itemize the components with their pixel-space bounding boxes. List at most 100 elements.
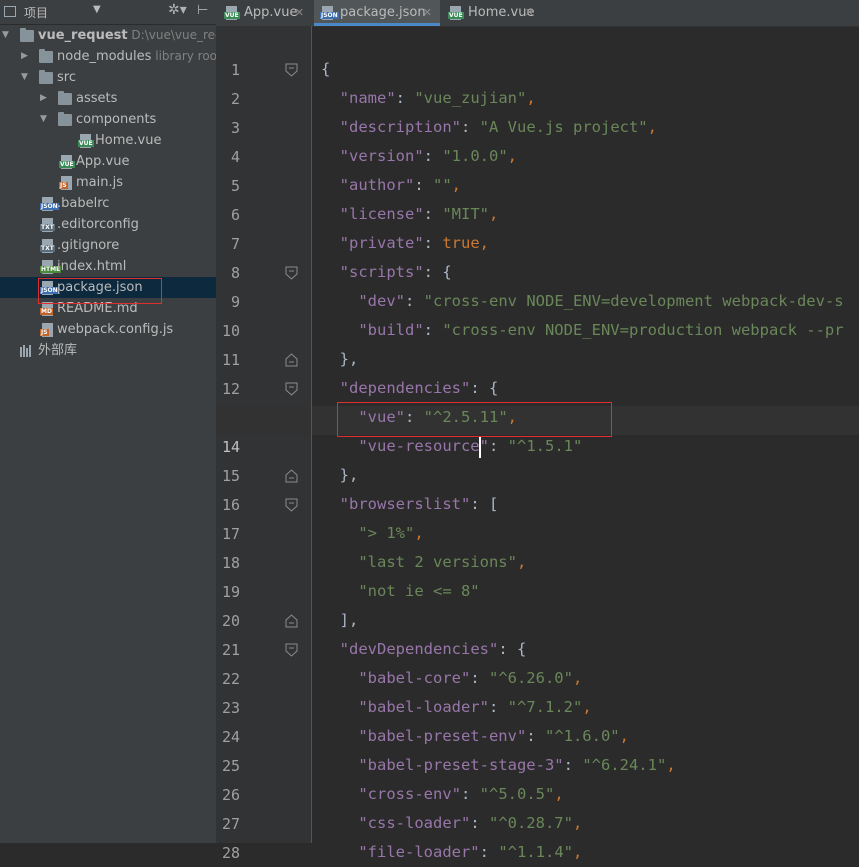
tree-item-index-html[interactable]: HTML index.html bbox=[0, 256, 216, 277]
fold-collapse-icon[interactable] bbox=[285, 266, 298, 280]
code-line[interactable]: ], bbox=[321, 606, 359, 635]
vue-file-icon: VUE bbox=[448, 6, 464, 20]
tree-item-home-vue[interactable]: VUE Home.vue bbox=[0, 130, 216, 151]
tree-item-babelrc[interactable]: JSON .babelrc bbox=[0, 193, 216, 214]
code-token: : [ bbox=[470, 495, 499, 513]
tree-item-node-modules[interactable]: ▶ node_modules library root bbox=[0, 46, 216, 67]
fold-end-icon[interactable] bbox=[285, 614, 298, 628]
tree-item-src[interactable]: ▼ src bbox=[0, 67, 216, 88]
code-token: : bbox=[395, 89, 415, 107]
tree-item-[interactable]: 外部库 bbox=[0, 340, 216, 361]
code-token: "license" bbox=[339, 205, 424, 223]
view-dropdown-chevron-icon[interactable]: ▼ bbox=[93, 4, 101, 15]
code-line[interactable]: "babel-preset-stage-3": "^6.24.1", bbox=[321, 751, 675, 780]
code-token: : { bbox=[498, 640, 527, 658]
code-line[interactable]: "not ie <= 8" bbox=[321, 577, 479, 606]
expand-arrow-icon[interactable]: ▼ bbox=[40, 109, 47, 130]
js-file-icon: JS bbox=[40, 323, 53, 337]
code-line[interactable]: "devDependencies": { bbox=[321, 635, 527, 664]
close-tab-icon[interactable]: ✕ bbox=[525, 0, 534, 26]
code-line[interactable]: "vue": "^2.5.11", bbox=[321, 403, 517, 432]
code-token: : bbox=[563, 756, 583, 774]
code-line[interactable]: { bbox=[321, 55, 330, 84]
code-token: , bbox=[507, 147, 518, 165]
line-number: 10 bbox=[221, 322, 240, 340]
tree-item-vue-request[interactable]: ▼ vue_request D:\vue\vue_reque bbox=[0, 25, 216, 46]
code-token: , bbox=[572, 669, 583, 687]
tree-item-label: main.js bbox=[76, 175, 123, 190]
code-line[interactable]: "vue-resource": "^1.5.1" bbox=[321, 432, 582, 461]
code-line[interactable]: "file-loader": "^1.1.4", bbox=[321, 838, 582, 867]
tree-item-label: components bbox=[76, 112, 157, 127]
code-token: "^1.1.4" bbox=[498, 843, 573, 861]
tree-item-label: 外部库 bbox=[38, 343, 78, 358]
line-number: 21 bbox=[221, 641, 240, 659]
code-line[interactable]: "> 1%", bbox=[321, 519, 423, 548]
line-number: 12 bbox=[221, 380, 240, 398]
tree-item-label: .gitignore bbox=[57, 238, 120, 253]
code-line[interactable]: "cross-env": "^5.0.5", bbox=[321, 780, 563, 809]
expand-arrow-icon[interactable]: ▼ bbox=[2, 25, 9, 46]
code-line[interactable]: "dependencies": { bbox=[321, 374, 499, 403]
collapse-arrow-icon[interactable]: ▶ bbox=[21, 46, 28, 67]
code-line[interactable]: "private": true, bbox=[321, 229, 489, 258]
code-token: "cross-env" bbox=[358, 785, 461, 803]
tree-item-main-js[interactable]: JS main.js bbox=[0, 172, 216, 193]
line-number: 4 bbox=[230, 148, 240, 166]
code-line[interactable]: "babel-loader": "^7.1.2", bbox=[321, 693, 591, 722]
tab-home-vue[interactable]: VUE Home.vue ✕ bbox=[442, 0, 542, 26]
code-line[interactable]: }, bbox=[321, 461, 359, 490]
code-line[interactable]: "license": "MIT", bbox=[321, 200, 499, 229]
code-line[interactable]: "last 2 versions", bbox=[321, 548, 526, 577]
code-line[interactable]: "css-loader": "^0.28.7", bbox=[321, 809, 582, 838]
gear-icon[interactable]: ✲▾ bbox=[168, 2, 187, 18]
code-token: "css-loader" bbox=[358, 814, 471, 832]
fold-collapse-icon[interactable] bbox=[285, 498, 298, 512]
fold-collapse-icon[interactable] bbox=[285, 643, 298, 657]
code-line[interactable]: }, bbox=[321, 345, 359, 374]
line-number: 3 bbox=[230, 119, 240, 137]
code-line[interactable]: "version": "1.0.0", bbox=[321, 142, 517, 171]
code-line[interactable]: "build": "cross-env NODE_ENV=production … bbox=[321, 316, 843, 345]
tree-item-editorconfig[interactable]: TXT .editorconfig bbox=[0, 214, 216, 235]
tab-package-json[interactable]: JSON package.json ✕ bbox=[314, 0, 440, 26]
code-line[interactable]: "description": "A Vue.js project", bbox=[321, 113, 657, 142]
close-tab-icon[interactable]: ✕ bbox=[295, 0, 304, 26]
code-line[interactable]: "babel-preset-env": "^1.6.0", bbox=[321, 722, 629, 751]
fold-collapse-icon[interactable] bbox=[285, 63, 298, 77]
code-line[interactable]: "browserslist": [ bbox=[321, 490, 499, 519]
fold-collapse-icon[interactable] bbox=[285, 382, 298, 396]
tree-item-webpack-config-js[interactable]: JS webpack.config.js bbox=[0, 319, 216, 340]
code-token: "^5.0.5" bbox=[479, 785, 555, 803]
tree-item-readme-md[interactable]: MD README.md bbox=[0, 298, 216, 319]
line-number: 5 bbox=[230, 177, 240, 195]
close-tab-icon[interactable]: ✕ bbox=[423, 0, 432, 26]
code-token: "dependencies" bbox=[339, 379, 471, 397]
code-line[interactable]: "scripts": { bbox=[321, 258, 452, 287]
expand-arrow-icon[interactable]: ▼ bbox=[21, 67, 28, 88]
code-token: : bbox=[460, 785, 480, 803]
code-token: "vue" bbox=[358, 408, 405, 426]
code-line[interactable]: "name": "vue_zujian", bbox=[321, 84, 536, 113]
fold-end-icon[interactable] bbox=[285, 353, 298, 367]
code-token: , bbox=[526, 89, 536, 107]
hide-panel-icon[interactable]: ⊢ bbox=[197, 3, 208, 18]
code-token: "vue_zujian" bbox=[414, 89, 527, 107]
tree-item-package-json[interactable]: JSON package.json bbox=[0, 277, 216, 298]
code-line[interactable]: "dev": "cross-env NODE_ENV=development w… bbox=[321, 287, 843, 316]
code-line[interactable]: "babel-core": "^6.26.0", bbox=[321, 664, 582, 693]
code-line[interactable]: "author": "", bbox=[321, 171, 461, 200]
tree-item-components[interactable]: ▼ components bbox=[0, 109, 216, 130]
tree-item-gitignore[interactable]: TXT .gitignore bbox=[0, 235, 216, 256]
collapse-arrow-icon[interactable]: ▶ bbox=[40, 88, 47, 109]
tree-item-app-vue[interactable]: VUE App.vue bbox=[0, 151, 216, 172]
code-token: "> 1%" bbox=[358, 524, 415, 542]
line-number: 8 bbox=[230, 264, 240, 282]
tree-item-assets[interactable]: ▶ assets bbox=[0, 88, 216, 109]
tab-app-vue[interactable]: VUE App.vue ✕ bbox=[218, 0, 312, 26]
folder-icon bbox=[58, 91, 72, 105]
fold-end-icon[interactable] bbox=[285, 469, 298, 483]
code-token: : bbox=[461, 118, 480, 136]
current-line-highlight bbox=[216, 406, 859, 435]
